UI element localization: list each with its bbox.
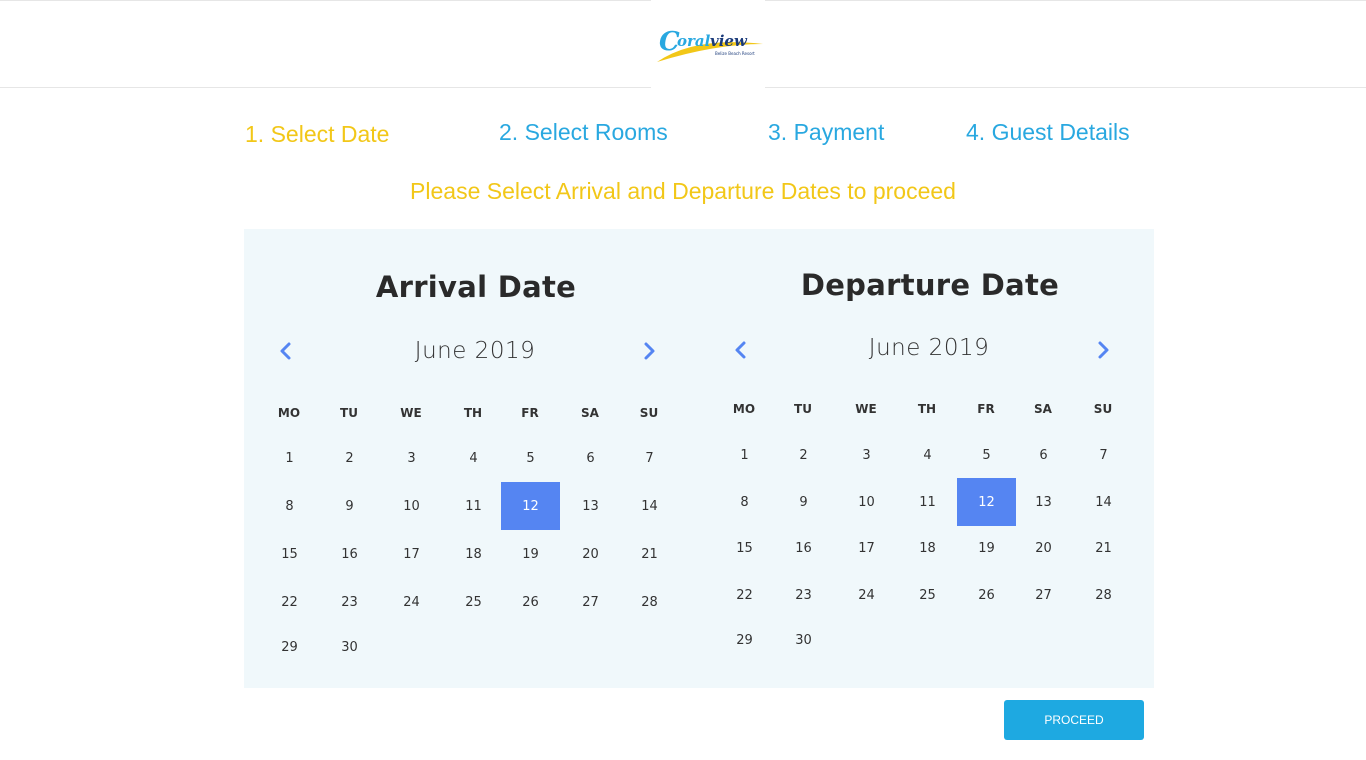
svg-text:Belize Beach Resort: Belize Beach Resort (715, 51, 755, 56)
departure-next-month-button[interactable] (1091, 338, 1115, 362)
departure-day-cell[interactable]: 18 (898, 524, 957, 572)
arrival-next-month-button[interactable] (637, 339, 661, 363)
departure-day-cell[interactable]: 16 (774, 524, 833, 572)
arrival-day-cell[interactable]: 25 (444, 578, 503, 626)
weekday-header: FR (521, 406, 539, 420)
departure-day-cell[interactable]: 14 (1074, 478, 1133, 526)
arrival-day-cell[interactable]: 24 (382, 578, 441, 626)
instruction-text: Please Select Arrival and Departure Date… (410, 178, 956, 204)
departure-day-cell[interactable]: 25 (898, 571, 957, 619)
weekday-header: WE (400, 406, 422, 420)
arrival-day-cell[interactable]: 16 (320, 530, 379, 578)
weekday-header: SU (1093, 402, 1113, 416)
arrival-day-cell[interactable]: 4 (444, 434, 503, 482)
weekday-header: WE (855, 402, 877, 416)
departure-day-cell[interactable]: 4 (898, 431, 957, 479)
weekday-header: MO (277, 406, 301, 420)
arrival-day-cell[interactable]: 6 (561, 434, 620, 482)
weekday-header: SU (639, 406, 659, 420)
weekday-header: TH (463, 406, 483, 420)
arrival-day-cell[interactable]: 5 (501, 434, 560, 482)
departure-day-cell[interactable]: 8 (715, 478, 774, 526)
arrival-day-cell[interactable]: 13 (561, 482, 620, 530)
departure-month-label: June 2019 (868, 335, 990, 361)
departure-day-cell[interactable]: 17 (837, 524, 896, 572)
departure-day-cell[interactable]: 30 (774, 616, 833, 664)
step-guest-details[interactable]: 4. Guest Details (966, 119, 1130, 146)
departure-day-cell[interactable]: 29 (715, 616, 774, 664)
departure-day-cell[interactable]: 6 (1014, 431, 1073, 479)
arrival-day-cell[interactable]: 2 (320, 434, 379, 482)
departure-day-cell[interactable]: 21 (1074, 524, 1133, 572)
weekday-header: SA (1034, 402, 1052, 416)
departure-day-cell[interactable]: 10 (837, 478, 896, 526)
weekday-header: MO (732, 402, 756, 416)
proceed-button[interactable]: PROCEED (1004, 700, 1144, 740)
arrival-day-cell[interactable]: 19 (501, 530, 560, 578)
arrival-day-cell[interactable]: 23 (320, 578, 379, 626)
arrival-day-cell[interactable]: 30 (320, 623, 379, 671)
step-select-date[interactable]: 1. Select Date (245, 121, 389, 148)
chevron-right-icon (637, 342, 661, 367)
svg-text:view: view (710, 32, 748, 50)
arrival-day-cell[interactable]: 20 (561, 530, 620, 578)
step-payment[interactable]: 3. Payment (768, 119, 884, 146)
departure-day-cell[interactable]: 28 (1074, 571, 1133, 619)
arrival-day-cell[interactable]: 27 (561, 578, 620, 626)
departure-day-cell[interactable]: 7 (1074, 431, 1133, 479)
chevron-right-icon (1091, 341, 1115, 366)
departure-prev-month-button[interactable] (729, 338, 753, 362)
arrival-day-cell[interactable]: 21 (620, 530, 679, 578)
arrival-month-label: June 2019 (414, 338, 536, 364)
departure-day-cell[interactable]: 15 (715, 524, 774, 572)
arrival-day-cell[interactable]: 10 (382, 482, 441, 530)
departure-day-cell[interactable]: 20 (1014, 524, 1073, 572)
arrival-day-cell[interactable]: 14 (620, 482, 679, 530)
arrival-day-cell[interactable]: 22 (260, 578, 319, 626)
arrival-day-cell[interactable]: 3 (382, 434, 441, 482)
departure-day-cell[interactable]: 12 (957, 478, 1016, 526)
weekday-header: TH (917, 402, 937, 416)
arrival-title: Arrival Date (375, 270, 577, 304)
weekday-header: FR (977, 402, 995, 416)
weekday-header: TU (794, 402, 812, 416)
coralview-logo-icon: C oral view Belize Beach Resort (657, 27, 763, 62)
departure-day-cell[interactable]: 11 (898, 478, 957, 526)
departure-day-cell[interactable]: 26 (957, 571, 1016, 619)
svg-text:oral: oral (677, 32, 711, 50)
departure-day-cell[interactable]: 19 (957, 524, 1016, 572)
arrival-day-cell[interactable]: 7 (620, 434, 679, 482)
departure-day-cell[interactable]: 5 (957, 431, 1016, 479)
departure-day-cell[interactable]: 13 (1014, 478, 1073, 526)
departure-day-cell[interactable]: 9 (774, 478, 833, 526)
weekday-header: SA (581, 406, 599, 420)
departure-title: Departure Date (800, 268, 1060, 302)
arrival-day-cell[interactable]: 1 (260, 434, 319, 482)
arrival-day-cell[interactable]: 11 (444, 482, 503, 530)
chevron-left-icon (274, 342, 298, 367)
departure-day-cell[interactable]: 23 (774, 571, 833, 619)
arrival-day-cell[interactable]: 12 (501, 482, 560, 530)
departure-day-cell[interactable]: 22 (715, 571, 774, 619)
arrival-day-cell[interactable]: 26 (501, 578, 560, 626)
departure-day-cell[interactable]: 2 (774, 431, 833, 479)
weekday-header: TU (340, 406, 358, 420)
departure-day-cell[interactable]: 3 (837, 431, 896, 479)
departure-day-cell[interactable]: 24 (837, 571, 896, 619)
arrival-prev-month-button[interactable] (274, 339, 298, 363)
departure-day-cell[interactable]: 1 (715, 431, 774, 479)
step-select-rooms[interactable]: 2. Select Rooms (499, 119, 668, 146)
arrival-day-cell[interactable]: 8 (260, 482, 319, 530)
calendar-panel: Arrival Date June 2019 MO TU WE TH FR SA SU 1 2 3 4 5… (244, 229, 1154, 688)
logo[interactable]: C oral view Belize Beach Resort (651, 0, 765, 92)
arrival-day-cell[interactable]: 15 (260, 530, 319, 578)
departure-day-cell[interactable]: 27 (1014, 571, 1073, 619)
arrival-day-cell[interactable]: 28 (620, 578, 679, 626)
arrival-day-cell[interactable]: 29 (260, 623, 319, 671)
chevron-left-icon (729, 341, 753, 366)
arrival-day-cell[interactable]: 18 (444, 530, 503, 578)
arrival-day-cell[interactable]: 9 (320, 482, 379, 530)
arrival-day-cell[interactable]: 17 (382, 530, 441, 578)
